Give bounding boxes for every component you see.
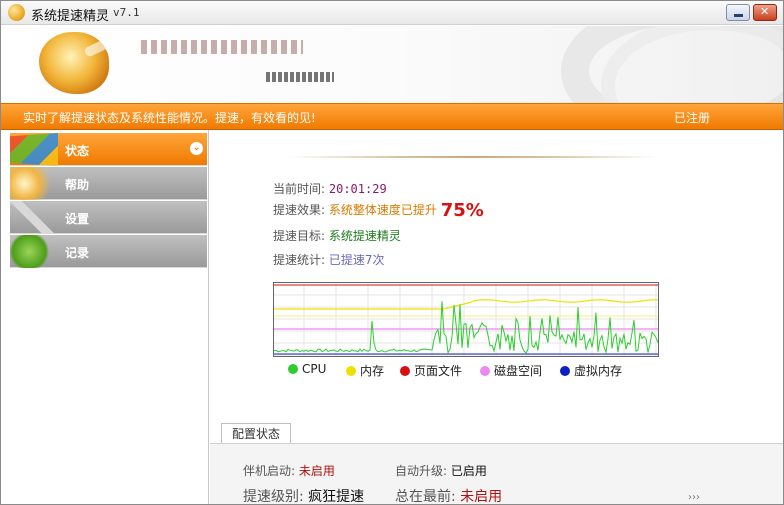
effect-percent: 75% (440, 200, 484, 221)
help-icon (10, 167, 58, 200)
time-value: 20:01:29 (328, 182, 387, 196)
target-value: 系统提速精灵 (328, 229, 401, 243)
effect-label: 提速效果: (273, 203, 326, 217)
boot-label: 伴机启动: (243, 464, 296, 478)
legend-label: 虚拟内存 (574, 364, 623, 378)
sidebar-item-settings[interactable]: 设置 (10, 201, 207, 234)
memory-line (274, 299, 658, 310)
level-value[interactable]: 疯狂提速 (308, 489, 364, 504)
config-boot: 伴机启动: 未启用 (243, 462, 335, 479)
sidebar-item-log[interactable]: 记录 (10, 235, 207, 268)
update-label: 自动升级: (395, 464, 448, 478)
current-time-row: 当前时间: 20:01:29 (273, 180, 387, 197)
legend-dot-cpu (288, 364, 298, 374)
more-arrows-icon[interactable]: ››› (688, 492, 700, 503)
sidebar-item-label: 记录 (65, 246, 90, 260)
app-window: 系统提速精灵 v7.1 实时了解提速状态及系统性能情况。提速，有效看的见! 已注… (0, 0, 784, 505)
sidebar-item-label: 帮助 (65, 178, 90, 192)
title-bar[interactable]: 系统提速精灵 v7.1 (1, 1, 783, 25)
boot-value[interactable]: 未启用 (299, 464, 335, 478)
update-value[interactable]: 已启用 (451, 464, 487, 478)
legend-dot-virtual-memory (560, 366, 570, 376)
legend-label: 磁盘空间 (494, 364, 543, 378)
sidebar-item-label: 状态 (65, 144, 90, 158)
legend-label: 内存 (360, 364, 385, 378)
chevron-down-icon: ⌄ (190, 142, 203, 155)
banner-subtitle-graphic (266, 72, 334, 82)
legend-virtual-memory: 虚拟内存 (560, 362, 622, 379)
legend-label: 页面文件 (414, 364, 463, 378)
config-topmost: 总在最前: 未启用 (395, 486, 502, 505)
stats-label: 提速统计: (273, 253, 326, 267)
sidebar: 状态 ⌄ 帮助 设置 记录 (1, 130, 209, 504)
legend-cpu: CPU (288, 362, 326, 376)
windows-logo-icon (10, 133, 58, 166)
target-row: 提速目标: 系统提速精灵 (273, 227, 401, 244)
target-label: 提速目标: (273, 229, 326, 243)
minimize-button[interactable] (726, 4, 750, 21)
legend-dot-disk-space (480, 366, 490, 376)
sidebar-item-status[interactable]: 状态 ⌄ (10, 133, 207, 166)
level-label: 提速级别: (243, 489, 304, 505)
wrench-icon (10, 201, 58, 234)
close-button[interactable] (753, 4, 777, 21)
tab-config-status[interactable]: 配置状态 (221, 423, 291, 444)
legend-label: CPU (302, 362, 327, 376)
window-version: v7.1 (113, 6, 140, 19)
legend-page-file: 页面文件 (400, 362, 462, 379)
effect-value: 系统整体速度已提升 (328, 203, 437, 217)
time-label: 当前时间: (273, 182, 326, 196)
config-update: 自动升级: 已启用 (395, 462, 487, 479)
effect-row: 提速效果: 系统整体速度已提升 75% (273, 200, 484, 221)
app-logo-icon (8, 4, 25, 21)
registration-status[interactable]: 已注册 (674, 109, 710, 126)
section-divider (288, 156, 658, 158)
main-panel: 当前时间: 20:01:29 提速效果: 系统整体速度已提升 75% 提速目标:… (210, 130, 783, 505)
log-icon (10, 235, 58, 268)
config-level: 提速级别: 疯狂提速 (243, 486, 364, 505)
legend-dot-memory (346, 366, 356, 376)
banner-slogan-graphic (141, 40, 303, 54)
legend-memory: 内存 (346, 362, 384, 379)
stats-row: 提速统计: 已提速7次 (273, 251, 385, 268)
legend-disk-space: 磁盘空间 (480, 362, 542, 379)
performance-graph (273, 282, 659, 357)
banner-logo-icon (39, 32, 109, 94)
topmost-value[interactable]: 未启用 (460, 489, 502, 504)
legend-dot-page-file (400, 366, 410, 376)
window-title: 系统提速精灵 (31, 9, 110, 24)
info-message: 实时了解提速状态及系统性能情况。提速，有效看的见! (23, 111, 316, 125)
graph-legend: CPU 内存 页面文件 磁盘空间 虚拟内存 (288, 362, 668, 378)
topmost-label: 总在最前: (395, 489, 456, 505)
sidebar-item-help[interactable]: 帮助 (10, 167, 207, 200)
info-bar: 实时了解提速状态及系统性能情况。提速，有效看的见! 已注册 (1, 103, 783, 130)
stats-value: 已提速7次 (328, 253, 385, 267)
sidebar-item-label: 设置 (65, 212, 90, 226)
header-banner (1, 26, 783, 103)
